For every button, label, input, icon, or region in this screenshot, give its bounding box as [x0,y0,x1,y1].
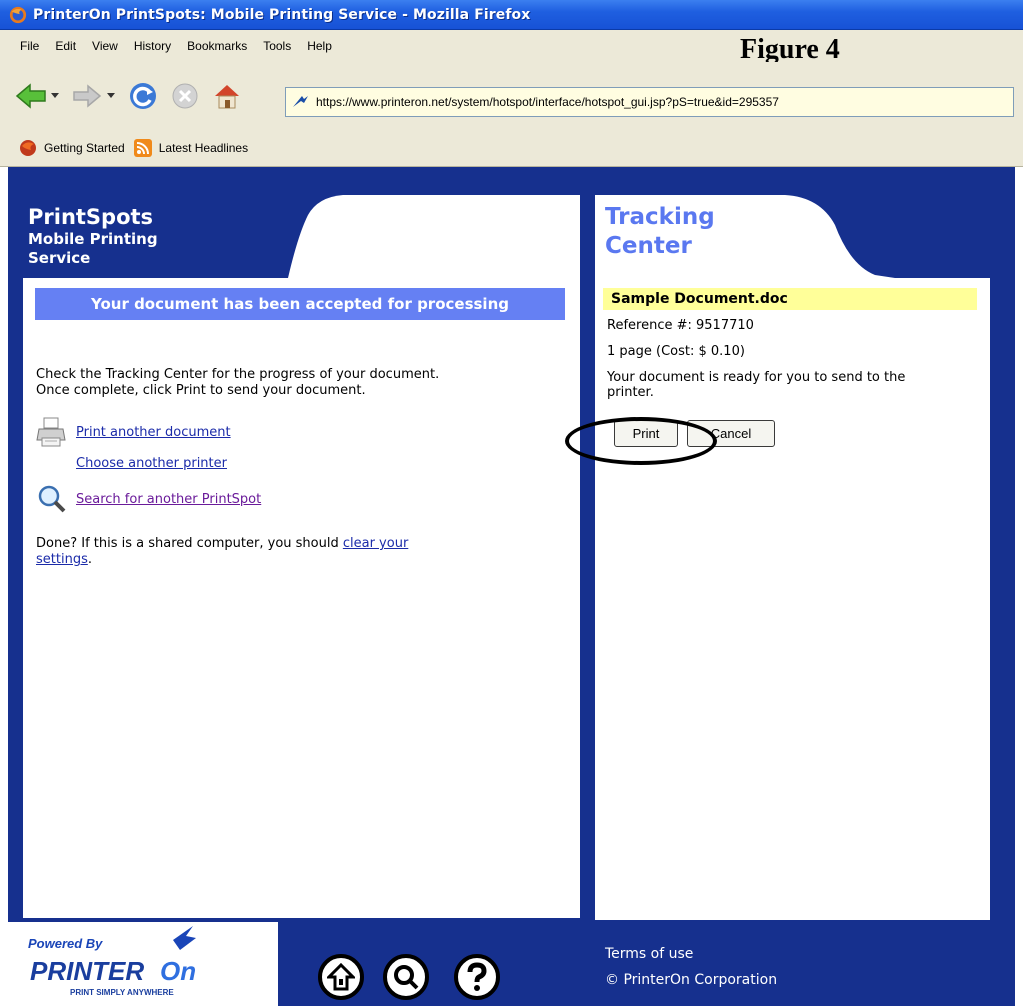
back-dropdown[interactable] [48,79,62,113]
status-line-2: printer. [607,385,654,400]
home-icon [327,963,355,991]
page-cost: 1 page (Cost: $ 0.10) [607,344,745,359]
menu-bar: File Edit View History Bookmarks Tools H… [0,30,1023,62]
printspots-title: PrintSpots [28,205,154,229]
home-nav-button[interactable] [318,954,364,1000]
magnifier-icon [38,485,66,513]
left-heading: PrintSpots Mobile Printing Service [28,204,158,268]
chevron-down-icon [107,93,115,98]
terms-of-use-link[interactable]: Terms of use [605,941,777,967]
forward-button[interactable] [70,79,104,113]
tracking-center-title-1: Tracking [605,204,715,230]
bookmarks-toolbar: Getting Started Latest Headlines [0,130,1023,167]
search-printspot-link[interactable]: Search for another PrintSpot [76,492,261,507]
printer-icon [36,417,66,447]
forward-dropdown[interactable] [104,79,118,113]
home-button[interactable] [210,79,244,113]
menu-file[interactable]: File [20,39,39,53]
reference-number: Reference #: 9517710 [607,318,754,333]
firefox-icon [20,140,36,156]
svg-text:On: On [160,956,196,986]
menu-history[interactable]: History [134,39,171,53]
choose-printer-row: Choose another printer [76,456,227,471]
search-printspot-row: Search for another PrintSpot [36,483,261,515]
back-button[interactable] [14,79,48,113]
done-suffix: . [87,552,92,567]
stop-button[interactable] [168,79,202,113]
tracking-center-title-2: Center [605,233,692,259]
print-another-row: Print another document [36,416,231,448]
done-message: Done? If this is a shared computer, you … [36,536,408,568]
left-panel: Your document has been accepted for proc… [23,278,580,918]
tracking-center-heading: Tracking Center [605,203,715,261]
footer-links: Terms of use © PrinterOn Corporation [605,941,777,993]
instructions-line-1: Check the Tracking Center for the progre… [36,367,440,382]
reload-button[interactable] [126,79,160,113]
done-prefix: Done? If this is a shared computer, you … [36,536,343,551]
clear-settings-link-part1[interactable]: clear your [343,536,408,551]
bookmark-getting-started[interactable]: Getting Started [18,138,125,158]
menu-edit[interactable]: Edit [55,39,76,53]
home-icon [215,85,239,109]
site-identity-icon [293,96,308,107]
printspots-subtitle-2: Service [28,249,91,267]
printspots-subtitle-1: Mobile Printing [28,230,158,248]
status-line-1: Your document is ready for you to send t… [607,370,906,385]
window-title: PrinterOn PrintSpots: Mobile Printing Se… [33,6,531,23]
svg-text:PRINTER: PRINTER [30,956,144,986]
chevron-down-icon [51,93,59,98]
address-bar[interactable]: https://www.printeron.net/system/hotspot… [285,87,1014,117]
powered-by-logo: Powered By PRINTER On PRINT SIMPLY ANYWH… [8,922,278,1006]
bookmark-label: Getting Started [44,141,125,155]
page-content: PrintSpots Mobile Printing Service Your … [8,167,1015,1006]
document-name: Sample Document.doc [603,288,977,310]
reload-icon [130,83,156,109]
cancel-button[interactable]: Cancel [687,420,775,447]
tracking-center-panel: Sample Document.doc Reference #: 9517710… [595,278,990,920]
svg-text:Powered By: Powered By [28,936,103,951]
instructions-line-2: Once complete, click Print to send your … [36,383,366,398]
stop-icon [172,83,198,109]
menu-help[interactable]: Help [307,39,332,53]
printeron-logo: Powered By PRINTER On PRINT SIMPLY ANYWH… [8,922,278,1006]
accepted-banner: Your document has been accepted for proc… [35,288,565,320]
url-text: https://www.printeron.net/system/hotspot… [316,95,779,109]
instructions: Check the Tracking Center for the progre… [36,367,439,399]
menu-bookmarks[interactable]: Bookmarks [187,39,247,53]
firefox-icon [9,6,27,23]
clear-settings-link-part2[interactable]: settings [36,552,88,567]
menu-tools[interactable]: Tools [263,39,291,53]
back-arrow-icon [15,83,46,109]
bookmark-latest-headlines[interactable]: Latest Headlines [133,138,248,158]
print-button[interactable]: Print [614,420,678,447]
search-icon [394,965,419,990]
help-nav-button[interactable] [454,954,500,1000]
rss-icon [133,139,152,157]
help-icon [467,962,487,991]
window-titlebar: PrinterOn PrintSpots: Mobile Printing Se… [0,0,1023,30]
print-another-link[interactable]: Print another document [76,425,231,440]
svg-text:PRINT SIMPLY ANYWHERE: PRINT SIMPLY ANYWHERE [70,988,174,997]
search-nav-button[interactable] [383,954,429,1000]
copyright-text: © PrinterOn Corporation [605,972,778,988]
forward-arrow-icon [73,84,102,108]
menu-view[interactable]: View [92,39,118,53]
bookmark-label: Latest Headlines [158,141,249,155]
left-panel-tab-right [288,195,580,278]
choose-printer-link[interactable]: Choose another printer [76,456,227,471]
document-status: Your document is ready for you to send t… [607,370,905,400]
